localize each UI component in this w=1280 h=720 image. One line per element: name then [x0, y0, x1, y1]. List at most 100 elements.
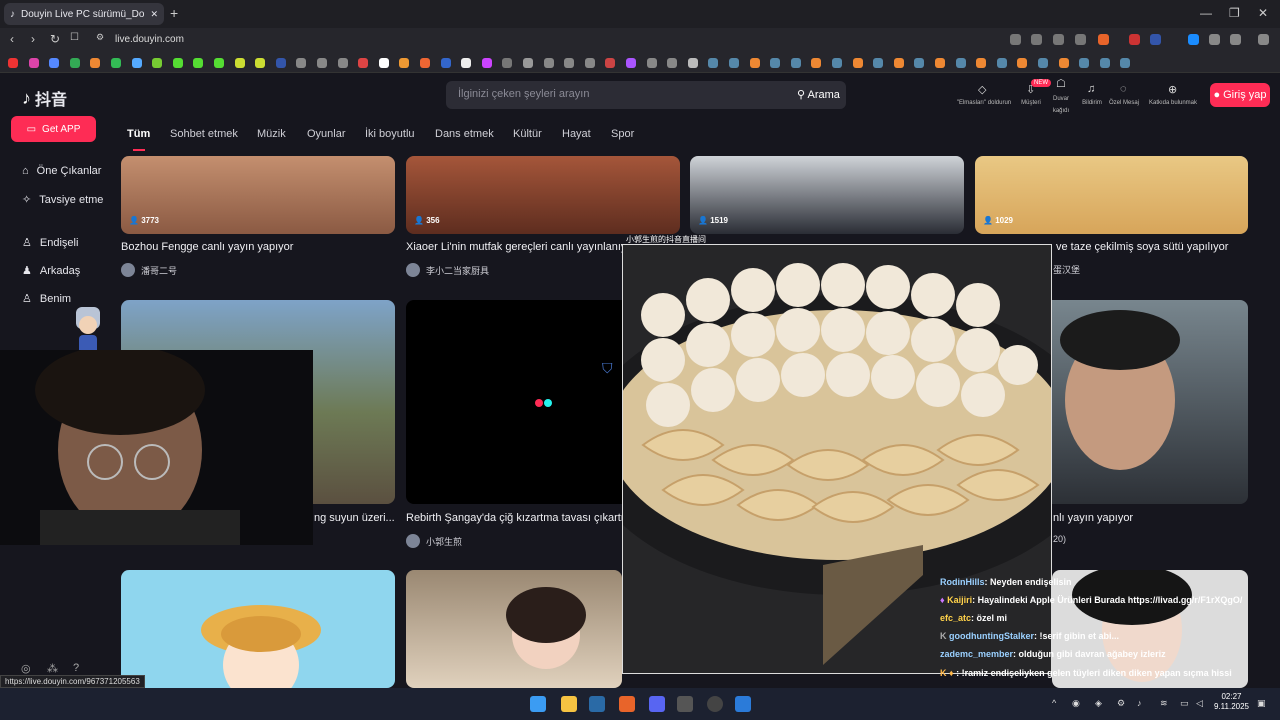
tab-chat[interactable]: Sohbet etmek	[170, 128, 238, 140]
extensions-icon[interactable]	[1209, 34, 1220, 45]
volume-icon[interactable]: ♪	[1137, 698, 1142, 708]
bookmark-favicon-icon[interactable]	[481, 58, 492, 68]
sidebar-item-following[interactable]: ♙ Endişeli	[22, 236, 78, 250]
bookmark-favicon-icon[interactable]	[605, 58, 616, 68]
bookmark-favicon-icon[interactable]	[914, 58, 925, 68]
tab-dance[interactable]: Dans etmek	[435, 128, 494, 140]
tab-all[interactable]: Tüm	[127, 128, 150, 140]
bookmark-favicon-icon[interactable]	[893, 58, 904, 68]
bookmark-favicon-icon[interactable]	[317, 58, 327, 68]
forward-button[interactable]: ›	[31, 32, 35, 46]
bookmark-favicon-icon[interactable]	[790, 58, 801, 68]
bookmark-favicon-icon[interactable]	[1017, 58, 1028, 68]
bookmark-favicon-icon[interactable]	[584, 58, 595, 68]
speaker-icon[interactable]: ◁	[1196, 698, 1203, 709]
bookmark-favicon-icon[interactable]	[420, 58, 430, 68]
bookmark-favicon-icon[interactable]	[976, 58, 987, 68]
stream-thumbnail[interactable]	[406, 570, 622, 688]
tab-sports[interactable]: Spor	[611, 128, 634, 140]
tab-anime[interactable]: İki boyutlu	[365, 128, 415, 140]
bookmark-favicon-icon[interactable]	[8, 58, 18, 68]
tab-games[interactable]: Oyunlar	[307, 128, 346, 140]
bookmark-favicon-icon[interactable]	[646, 58, 657, 68]
bookmark-favicon-icon[interactable]	[667, 58, 678, 68]
stream-author[interactable]: 小郭生煎	[406, 534, 462, 548]
tray-steam-icon[interactable]: ⚙	[1117, 698, 1125, 709]
bookmark-favicon-icon[interactable]	[1079, 58, 1090, 68]
brave-icon[interactable]	[619, 696, 635, 712]
bookmark-favicon-icon[interactable]	[523, 58, 533, 68]
stream-author[interactable]: 蛋汉堡	[1053, 263, 1080, 276]
stream-thumbnail[interactable]	[406, 156, 680, 234]
sidebar-item-recommend[interactable]: ✧ Tavsiye etme	[22, 193, 103, 207]
url-field[interactable]: live.douyin.com	[115, 34, 184, 45]
apps-icon[interactable]: ⁂	[47, 662, 58, 675]
stream-thumbnail[interactable]	[121, 156, 395, 234]
stream-title[interactable]: Xiaoer Li'nin mutfak gereçleri canlı yay…	[406, 241, 622, 253]
settings-icon[interactable]: ◎	[21, 662, 31, 675]
extension-icon[interactable]	[1129, 34, 1140, 45]
obs-icon[interactable]	[707, 696, 723, 712]
bookmark-favicon-icon[interactable]	[1038, 58, 1048, 68]
stream-title[interactable]: Bozhou Fengge canlı yayın yapıyor	[121, 241, 391, 253]
close-tab-icon[interactable]: ✕	[150, 9, 158, 20]
tray-app-icon[interactable]: ◉	[1072, 698, 1080, 709]
bookmark-favicon-icon[interactable]	[1099, 58, 1110, 68]
stream-title[interactable]: ng suyun üzeri...	[314, 512, 394, 524]
stream-thumbnail[interactable]	[690, 156, 964, 234]
bookmark-favicon-icon[interactable]	[811, 58, 822, 68]
bookmark-favicon-icon[interactable]	[543, 58, 554, 68]
bookmark-favicon-icon[interactable]	[28, 58, 39, 68]
extension-icon[interactable]	[1031, 34, 1042, 45]
discord-icon[interactable]	[649, 696, 665, 712]
search-input[interactable]: İlginizi çeken şeyleri arayın	[458, 88, 589, 100]
reload-button[interactable]: ↻	[50, 32, 60, 46]
bookmark-favicon-icon[interactable]	[111, 58, 121, 68]
stream-thumbnail[interactable]	[975, 156, 1248, 234]
close-window-button[interactable]: ✕	[1258, 6, 1268, 20]
bookmark-favicon-icon[interactable]	[193, 58, 204, 68]
wallpaper-icon[interactable]: ☖	[1056, 77, 1066, 90]
stream-title[interactable]: ve taze çekilmiş soya sütü yapılıyor	[1056, 241, 1248, 253]
bookmark-favicon-icon[interactable]	[399, 58, 410, 68]
brave-shield-icon[interactable]	[1098, 34, 1109, 45]
tray-chevron-icon[interactable]: ^	[1052, 698, 1056, 708]
bookmark-favicon-icon[interactable]	[337, 58, 348, 68]
bookmark-favicon-icon[interactable]	[296, 58, 307, 68]
bookmark-favicon-icon[interactable]	[852, 58, 863, 68]
bookmark-favicon-icon[interactable]	[358, 58, 369, 68]
network-icon[interactable]: ▭	[1180, 698, 1189, 709]
bell-icon[interactable]: ♫	[1087, 83, 1095, 95]
bookmark-favicon-icon[interactable]	[152, 58, 163, 68]
bookmark-favicon-icon[interactable]	[626, 58, 636, 68]
bookmark-favicon-icon[interactable]	[687, 58, 698, 68]
translate-icon[interactable]	[1053, 34, 1064, 45]
bookmark-favicon-icon[interactable]	[955, 58, 966, 68]
bookmark-favicon-icon[interactable]	[873, 58, 884, 68]
search-button[interactable]: ⚲ Arama	[797, 88, 840, 101]
bookmark-favicon-icon[interactable]	[440, 58, 451, 68]
bookmark-favicon-icon[interactable]	[832, 58, 842, 68]
bookmark-favicon-icon[interactable]	[749, 58, 760, 68]
stream-title[interactable]: nlı yayın yapıyor	[1053, 512, 1248, 524]
browser-tab[interactable]: ♪ Douyin Live PC sürümü_Douyin ✕	[4, 3, 164, 25]
plus-icon[interactable]: ⊕	[1168, 83, 1177, 96]
extension-icon[interactable]	[1150, 34, 1161, 45]
tab-music[interactable]: Müzik	[257, 128, 286, 140]
bookmark-favicon-icon[interactable]	[770, 58, 781, 68]
bookmark-favicon-icon[interactable]	[49, 58, 60, 68]
notification-icon[interactable]: ▣	[1257, 698, 1266, 709]
site-info-icon[interactable]: ⚙	[96, 32, 104, 43]
tab-life[interactable]: Hayat	[562, 128, 591, 140]
restore-button[interactable]: ❐	[1229, 6, 1240, 20]
bookmark-favicon-icon[interactable]	[275, 58, 286, 68]
bookmark-favicon-icon[interactable]	[255, 58, 266, 68]
download-icon[interactable]: ⇩	[1026, 83, 1035, 96]
stream-author[interactable]: 李小二当家厨具	[406, 263, 489, 277]
bookmark-favicon-icon[interactable]	[1058, 58, 1069, 68]
extension-icon[interactable]	[1188, 34, 1199, 45]
app-icon[interactable]	[735, 696, 751, 712]
bookmark-favicon-icon[interactable]	[131, 58, 142, 68]
diamond-icon[interactable]: ◇	[978, 83, 986, 96]
bookmark-favicon-icon[interactable]	[90, 58, 101, 68]
